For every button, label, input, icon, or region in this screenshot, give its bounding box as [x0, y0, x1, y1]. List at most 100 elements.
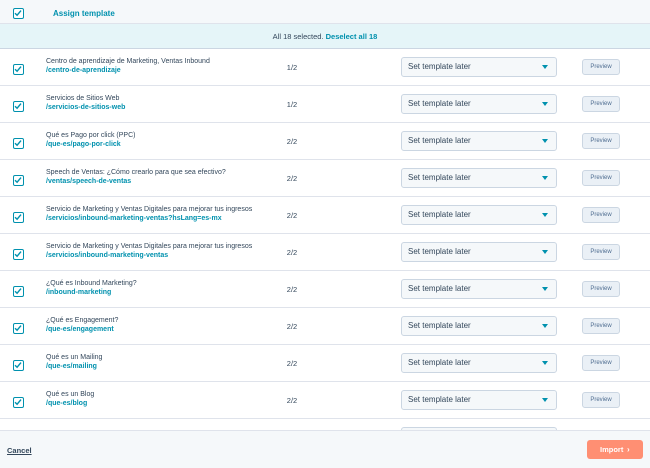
- page-slug-link[interactable]: /que-es/blog: [46, 400, 87, 407]
- table-row: Qué es Pago por click (PPC) /que-es/pago…: [0, 123, 650, 160]
- page-title: ¿Qué es Inbound Marketing?: [46, 280, 137, 287]
- preview-button[interactable]: Preview: [582, 281, 620, 297]
- checkbox-checked-icon: [13, 138, 24, 149]
- template-select[interactable]: Set template later: [401, 168, 557, 188]
- language-count: 2/2: [286, 285, 298, 294]
- modal-footer: Cancel Import ›: [0, 430, 650, 468]
- language-count: 1/2: [286, 63, 298, 72]
- page-slug-link[interactable]: /que-es/engagement: [46, 326, 114, 333]
- preview-button[interactable]: Preview: [582, 318, 620, 334]
- table-row: Servicio de Marketing y Ventas Digitales…: [0, 234, 650, 271]
- row-checkbox[interactable]: [13, 395, 24, 413]
- table-row: Servicio de Marketing y Ventas Digitales…: [0, 197, 650, 234]
- page-slug-link[interactable]: /centro-de-aprendizaje: [46, 67, 121, 74]
- checkbox-checked-icon: [13, 397, 24, 408]
- caret-down-icon: [542, 250, 548, 254]
- checkbox-checked-icon: [13, 286, 24, 297]
- preview-button[interactable]: Preview: [582, 207, 620, 223]
- row-checkbox[interactable]: [13, 210, 24, 228]
- template-select-value: Set template later: [408, 321, 471, 330]
- row-checkbox[interactable]: [13, 247, 24, 265]
- template-select[interactable]: Set template later: [401, 353, 557, 373]
- assign-template-link[interactable]: Assign template: [53, 9, 115, 18]
- preview-button[interactable]: Preview: [582, 244, 620, 260]
- template-select[interactable]: Set template later: [401, 242, 557, 262]
- page-title: Servicios de Sitios Web: [46, 95, 120, 102]
- checkbox-checked-icon: [13, 8, 24, 19]
- caret-down-icon: [542, 361, 548, 365]
- checkbox-checked-icon: [13, 360, 24, 371]
- template-select-value: Set template later: [408, 395, 471, 404]
- page-slug-link[interactable]: /inbound-marketing: [46, 289, 111, 296]
- caret-down-icon: [542, 102, 548, 106]
- caret-down-icon: [542, 287, 548, 291]
- page-slug-link[interactable]: /que-es/mailing: [46, 363, 97, 370]
- preview-button[interactable]: Preview: [582, 96, 620, 112]
- language-count: 2/2: [286, 248, 298, 257]
- chevron-right-icon: ›: [627, 445, 630, 454]
- row-checkbox[interactable]: [13, 62, 24, 80]
- template-select[interactable]: Set template later: [401, 279, 557, 299]
- import-button[interactable]: Import ›: [587, 440, 643, 459]
- language-count: 2/2: [286, 174, 298, 183]
- deselect-all-link[interactable]: Deselect all 18: [326, 32, 378, 41]
- checkbox-checked-icon: [13, 101, 24, 112]
- checkbox-checked-icon: [13, 64, 24, 75]
- language-count: 2/2: [286, 322, 298, 331]
- row-checkbox[interactable]: [13, 99, 24, 117]
- template-select-value: Set template later: [408, 284, 471, 293]
- language-count: 2/2: [286, 211, 298, 220]
- page-slug-link[interactable]: /ventas/speech-de-ventas: [46, 178, 131, 185]
- template-select[interactable]: Set template later: [401, 131, 557, 151]
- selection-count-text: All 18 selected.: [272, 32, 324, 41]
- template-select[interactable]: Set template later: [401, 94, 557, 114]
- table-row: Qué es un Blog /que-es/blog 2/2 Set temp…: [0, 382, 650, 419]
- template-select[interactable]: Set template later: [401, 316, 557, 336]
- table-header: Assign template: [0, 0, 650, 24]
- row-checkbox[interactable]: [13, 321, 24, 339]
- checkbox-checked-icon: [13, 249, 24, 260]
- caret-down-icon: [542, 139, 548, 143]
- page-title: Servicio de Marketing y Ventas Digitales…: [46, 243, 253, 250]
- preview-button[interactable]: Preview: [582, 133, 620, 149]
- preview-button[interactable]: Preview: [582, 170, 620, 186]
- checkbox-checked-icon: [13, 323, 24, 334]
- import-button-label: Import: [600, 445, 624, 454]
- language-count: 2/2: [286, 396, 298, 405]
- row-checkbox[interactable]: [13, 173, 24, 191]
- template-select-value: Set template later: [408, 173, 471, 182]
- page-slug-link[interactable]: /servicios/inbound-marketing-ventas: [46, 252, 168, 259]
- select-all-checkbox[interactable]: [13, 6, 24, 24]
- template-select-value: Set template later: [408, 247, 471, 256]
- table-row: ¿Qué es Inbound Marketing? /inbound-mark…: [0, 271, 650, 308]
- page-slug-link[interactable]: /servicios/inbound-marketing-ventas?hsLa…: [46, 215, 222, 222]
- template-select[interactable]: Set template later: [401, 57, 557, 77]
- table-row: Servicios de Sitios Web /servicios-de-si…: [0, 86, 650, 123]
- page-title: Qué es un Mailing: [46, 354, 103, 361]
- caret-down-icon: [542, 324, 548, 328]
- page-slug-link[interactable]: /servicios-de-sitios-web: [46, 104, 125, 111]
- page-title: Servicio de Marketing y Ventas Digitales…: [46, 206, 253, 213]
- template-select[interactable]: Set template later: [401, 205, 557, 225]
- preview-button[interactable]: Preview: [582, 59, 620, 75]
- page-slug-link[interactable]: /que-es/pago-por-click: [46, 141, 121, 148]
- page-title: Qué es un Blog: [46, 391, 95, 398]
- table-row: ¿Qué es Engagement? /que-es/engagement 2…: [0, 308, 650, 345]
- page-list: Centro de aprendizaje de Marketing, Vent…: [0, 49, 650, 429]
- row-checkbox[interactable]: [13, 136, 24, 154]
- template-select-value: Set template later: [408, 136, 471, 145]
- template-select[interactable]: Set template later: [401, 390, 557, 410]
- table-row: Speech de Ventas: ¿Cómo crearlo para que…: [0, 160, 650, 197]
- language-count: 1/2: [286, 100, 298, 109]
- preview-button[interactable]: Preview: [582, 355, 620, 371]
- caret-down-icon: [542, 213, 548, 217]
- caret-down-icon: [542, 65, 548, 69]
- template-select-value: Set template later: [408, 210, 471, 219]
- caret-down-icon: [542, 176, 548, 180]
- row-checkbox[interactable]: [13, 358, 24, 376]
- checkbox-checked-icon: [13, 212, 24, 223]
- preview-button[interactable]: Preview: [582, 392, 620, 408]
- cancel-button[interactable]: Cancel: [7, 446, 32, 455]
- row-checkbox[interactable]: [13, 284, 24, 302]
- language-count: 2/2: [286, 137, 298, 146]
